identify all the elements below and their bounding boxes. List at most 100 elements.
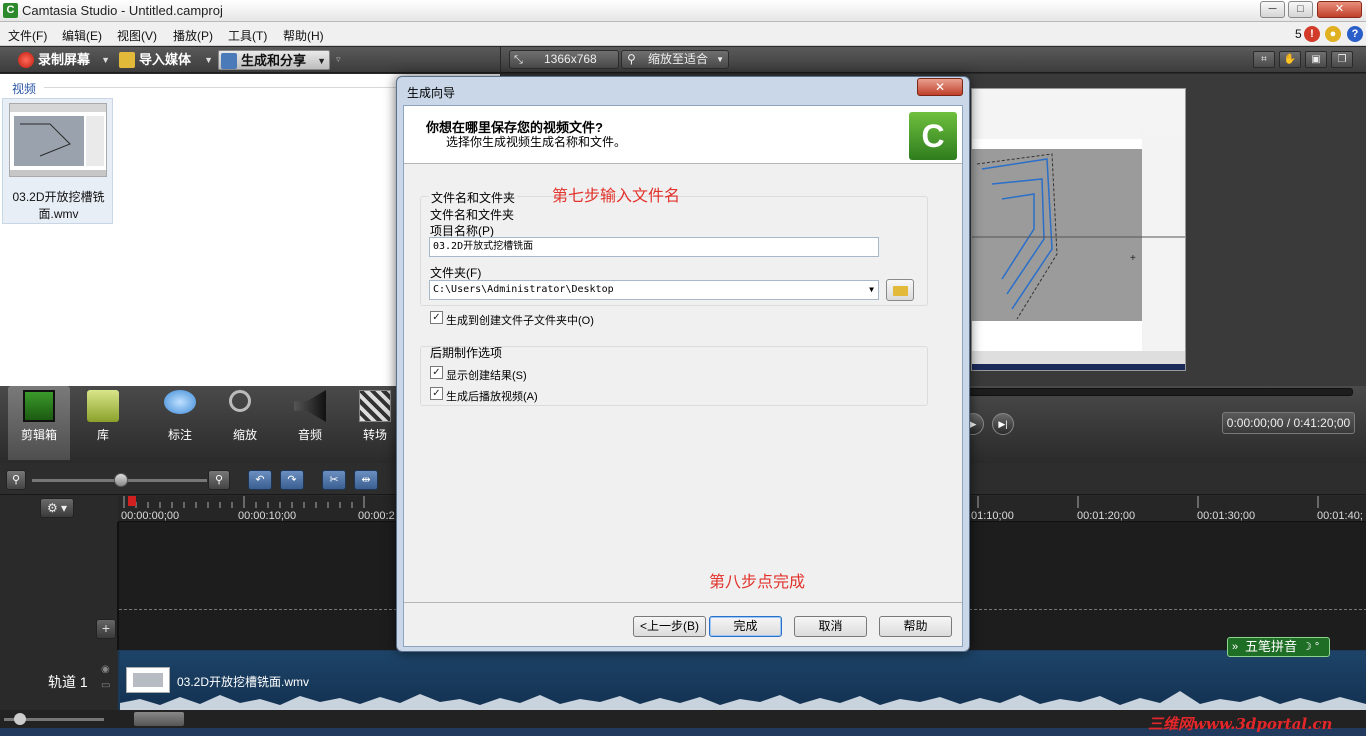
track-settings-gear-icon[interactable]: ⚙ ▾	[40, 498, 74, 518]
menu-play[interactable]: 播放(P)	[173, 27, 213, 44]
chevron-down-icon: ▼	[869, 285, 874, 294]
pan-hand-icon[interactable]: ✋	[1279, 51, 1301, 68]
tool-callouts[interactable]: 标注	[149, 386, 211, 460]
play-after-checkbox[interactable]: ✓	[430, 387, 443, 400]
help-button[interactable]: 帮助	[879, 616, 952, 637]
import-media-button[interactable]: 导入媒体 ▼	[117, 50, 215, 70]
annotation-step8: 第八步点完成	[709, 574, 806, 591]
camtasia-app-icon: C	[3, 3, 18, 18]
subfolder-checkbox[interactable]: ✓	[430, 311, 443, 324]
menu-help[interactable]: 帮助(H)	[283, 27, 324, 44]
tool-audio-label: 音频	[297, 428, 322, 442]
play-after-label: 生成后播放视频(A)	[446, 391, 538, 403]
canvas-size-dropdown[interactable]: ⤡ 1366x768	[509, 50, 619, 69]
maximize-button[interactable]: □	[1288, 1, 1313, 18]
produce-share-button[interactable]: 生成和分享 ▼	[218, 50, 330, 70]
resize-icon: ⤡	[514, 54, 523, 66]
clip-name: 03.2D开放挖槽铣面.wmv	[12, 190, 105, 221]
fit-screen-icon[interactable]: ▣	[1305, 51, 1327, 68]
canvas-size-label: 1366x768	[544, 52, 597, 66]
show-results-checkbox[interactable]: ✓	[430, 366, 443, 379]
ruler-label: 00:00:2	[358, 510, 395, 522]
audio-waveform	[120, 691, 1366, 710]
dialog-body: 你想在哪里保存您的视频文件? 选择你生成视频生成名称和文件。 C 文件名和文件夹…	[403, 105, 963, 647]
clip-item[interactable]: 03.2D开放挖槽铣面.wmv	[2, 98, 113, 224]
finish-button[interactable]: 完成	[709, 616, 782, 637]
ime-toolbar[interactable]: » 五笔拼音 ☽ °	[1227, 637, 1330, 657]
back-button[interactable]: <上一步(B)	[633, 616, 706, 637]
zoom-in-icon[interactable]: ⚲	[208, 470, 230, 490]
watermark: 三维网www.3dportal.cn	[1148, 715, 1333, 733]
tool-callouts-label: 标注	[167, 428, 192, 442]
bell-icon[interactable]: !	[1304, 26, 1320, 42]
camtasia-logo-icon: C	[909, 112, 957, 160]
scroll-thumb[interactable]	[134, 712, 184, 726]
menu-file[interactable]: 文件(F)	[8, 27, 47, 44]
zoom-label: 缩放至适合	[648, 52, 709, 66]
split-icon[interactable]: ⇹	[354, 470, 378, 490]
browse-folder-button[interactable]	[886, 279, 914, 301]
dialog-close-button[interactable]: ✕	[917, 78, 963, 96]
speaker-icon	[294, 390, 326, 422]
menu-bar: 文件(F) 编辑(E) 视图(V) 播放(P) 工具(T) 帮助(H) 5 ! …	[0, 22, 1366, 46]
dialog-subtitle: 选择你生成视频生成名称和文件。	[446, 135, 627, 149]
import-media-label: 导入媒体	[139, 52, 192, 67]
record-screen-label: 录制屏幕	[38, 52, 91, 67]
cut-icon[interactable]: ✂	[322, 470, 346, 490]
folder-open-icon	[893, 286, 908, 296]
produce-share-label: 生成和分享	[241, 53, 307, 68]
lock-icon[interactable]: ▭	[101, 680, 110, 691]
menu-edit[interactable]: 编辑(E)	[62, 27, 102, 44]
tool-clip-bin-label: 剪辑箱	[20, 428, 57, 442]
ruler-label: 01:10;00	[971, 510, 1014, 522]
folder-label: 文件夹(F)	[430, 266, 482, 280]
search-icon: ⚲	[627, 52, 636, 66]
overflow-icon[interactable]: ▿	[336, 54, 341, 65]
record-screen-button[interactable]: 录制屏幕 ▼	[16, 50, 112, 70]
produce-icon	[221, 53, 237, 69]
eye-icon[interactable]: ◉	[101, 664, 110, 675]
title-bar: C Camtasia Studio - Untitled.camproj ─ □…	[0, 0, 1366, 22]
crop-icon[interactable]: ⌗	[1253, 51, 1275, 68]
media-toolbar: 录制屏幕 ▼ 导入媒体 ▼ 生成和分享 ▼ ▿	[0, 47, 500, 73]
playback-progress-bar[interactable]	[968, 388, 1353, 396]
folder-import-icon	[119, 52, 135, 68]
track-1-label: 轨道 1	[48, 674, 88, 690]
tool-zoom-label: 缩放	[232, 428, 257, 442]
timeline-clip[interactable]: 03.2D开放挖槽铣面.wmv	[120, 651, 1366, 710]
preview-canvas[interactable]: +	[971, 88, 1186, 371]
track-height-thumb[interactable]	[14, 713, 26, 725]
tool-library-label: 库	[96, 428, 109, 442]
folder-select[interactable]: C:\Users\Administrator\Desktop ▼	[429, 280, 879, 300]
tool-audio[interactable]: 音频	[279, 386, 341, 460]
chevron-down-icon: ▼	[204, 55, 213, 65]
group1-caption: 文件名和文件夹	[430, 208, 515, 222]
file-folder-group-title: 文件名和文件夹	[429, 189, 518, 206]
clip-thumbnail	[9, 103, 107, 177]
redo-icon[interactable]: ↷	[280, 470, 304, 490]
time-display: 0:00:00;00 / 0:41:20;00	[1222, 412, 1355, 434]
undo-icon[interactable]: ↶	[248, 470, 272, 490]
zoom-dropdown[interactable]: ⚲ 缩放至适合 ▼	[621, 50, 729, 69]
add-track-button[interactable]: +	[96, 619, 116, 639]
zoom-out-icon[interactable]: ⚲	[6, 470, 26, 490]
moon-icon: ☽ °	[1302, 641, 1320, 653]
minimize-button[interactable]: ─	[1260, 1, 1285, 18]
chevron-down-icon: ▼	[317, 56, 326, 66]
detach-icon[interactable]: ❐	[1331, 51, 1353, 68]
chevron-down-icon: ▼	[101, 55, 110, 65]
close-button[interactable]: ✕	[1317, 1, 1362, 18]
tool-library[interactable]: 库	[72, 386, 134, 460]
tool-zoom[interactable]: 缩放	[214, 386, 276, 460]
post-production-group-title: 后期制作选项	[430, 346, 503, 360]
menu-tools[interactable]: 工具(T)	[228, 27, 267, 44]
ime-menu-icon: »	[1232, 641, 1239, 653]
cancel-button[interactable]: 取消	[794, 616, 867, 637]
lightbulb-icon[interactable]: ●	[1325, 26, 1341, 42]
tool-clip-bin[interactable]: 剪辑箱	[8, 386, 70, 460]
menu-view[interactable]: 视图(V)	[117, 27, 157, 44]
next-frame-icon[interactable]: ▶|	[992, 413, 1014, 435]
zoom-slider-thumb[interactable]	[114, 473, 128, 487]
help-icon[interactable]: ?	[1347, 26, 1363, 42]
project-name-input[interactable]: 03.2D开放式挖槽铣面	[429, 237, 879, 257]
